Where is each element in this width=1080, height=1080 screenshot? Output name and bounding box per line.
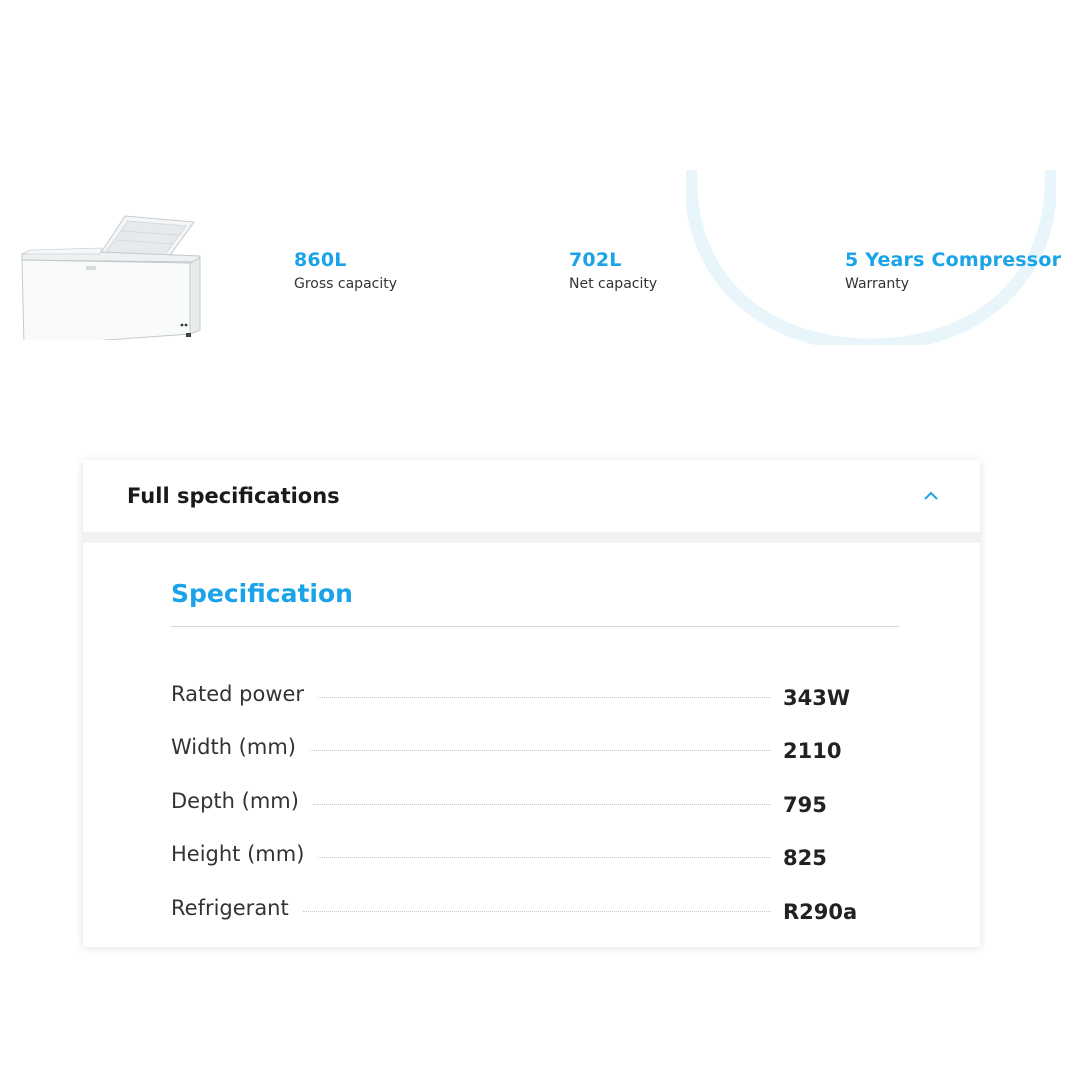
spec-row-refrigerant: Refrigerant R290a	[171, 876, 871, 930]
panel-title: Full specifications	[127, 484, 340, 508]
stat-label: Gross capacity	[294, 276, 398, 292]
spec-row-height: Height (mm) 825	[171, 823, 871, 877]
dotted-leader	[318, 857, 771, 859]
stat-net-capacity: 702L Net capacity	[569, 248, 657, 293]
spec-label: Refrigerant	[171, 895, 289, 920]
stat-warranty: 5 Years Compressor Warranty	[845, 248, 1061, 293]
stat-value: 5 Years Compressor	[845, 249, 1062, 271]
section-divider	[171, 626, 899, 627]
spec-label: Width (mm)	[171, 735, 296, 760]
spec-row-width: Width (mm) 2110	[171, 716, 871, 770]
spec-row-depth: Depth (mm) 795	[171, 769, 871, 823]
panel-divider	[83, 532, 980, 543]
section-title: Specification	[171, 579, 353, 608]
spec-value: R290a	[783, 899, 858, 924]
product-highlights: 860L Gross capacity 702L Net capacity 5 …	[0, 170, 1080, 350]
stat-label: Warranty	[845, 276, 910, 292]
spec-label: Rated power	[171, 681, 305, 706]
chevron-up-icon[interactable]	[922, 487, 940, 505]
spec-value: 2110	[783, 739, 842, 764]
stat-label: Net capacity	[569, 276, 658, 292]
full-specifications-toggle[interactable]: Full specifications	[83, 460, 980, 532]
stat-value: 860L	[294, 249, 347, 271]
spec-label: Height (mm)	[171, 842, 305, 867]
dotted-leader	[310, 750, 771, 752]
spec-value: 825	[783, 846, 827, 871]
spec-label: Depth (mm)	[171, 788, 299, 813]
chest-freezer-image	[18, 192, 208, 348]
spec-value: 795	[783, 792, 827, 817]
stat-gross-capacity: 860L Gross capacity	[294, 248, 397, 293]
dotted-leader	[312, 803, 771, 805]
spec-row-rated-power: Rated power 343W	[171, 662, 871, 716]
dotted-leader	[318, 696, 771, 698]
spec-value: 343W	[783, 685, 850, 710]
full-specifications-panel: Full specifications Specification Rated …	[83, 460, 980, 947]
dotted-leader	[302, 910, 771, 912]
stat-value: 702L	[569, 249, 622, 271]
spec-list: Rated power 343W Width (mm) 2110 Depth (…	[171, 662, 871, 930]
